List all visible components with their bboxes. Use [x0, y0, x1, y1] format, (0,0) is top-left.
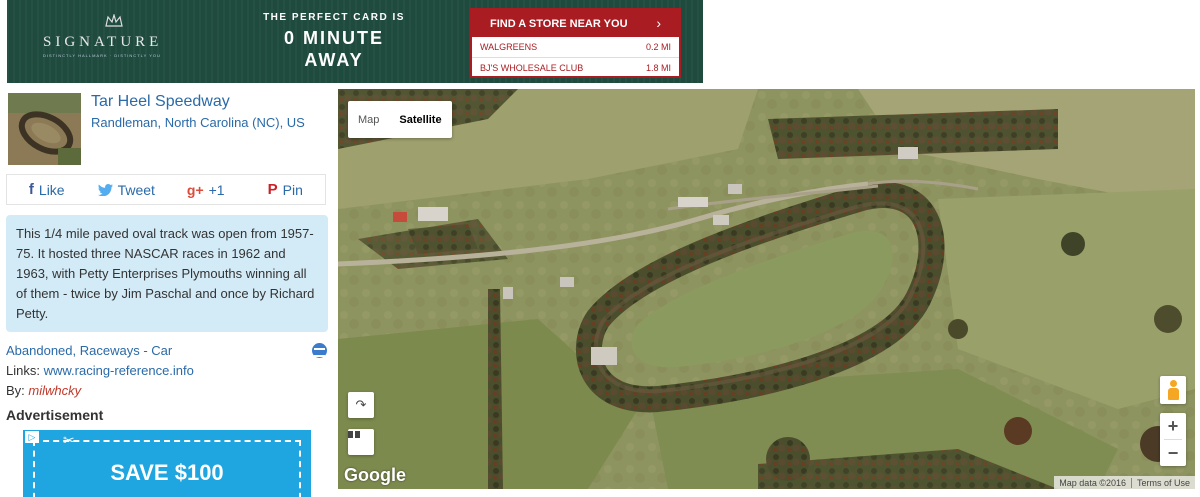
links-line: Links: www.racing-reference.info — [6, 363, 194, 378]
advertisement-heading: Advertisement — [6, 407, 104, 423]
store-row[interactable]: BJ'S WHOLESALE CLUB 1.8 MI — [472, 57, 679, 77]
map-attribution: Map data ©2016 Terms of Use — [1054, 476, 1195, 489]
map-type-map-button[interactable]: Map — [348, 101, 389, 138]
pinterest-icon: P — [267, 181, 278, 198]
adchoices-icon[interactable]: ▷ — [25, 431, 39, 443]
terms-of-use-link[interactable]: Terms of Use — [1132, 478, 1195, 488]
coupon-ad[interactable]: ▷ ✂ SAVE $100 — [23, 430, 311, 497]
banner-headline: THE PERFECT CARD IS 0 MINUTE AWAY — [259, 12, 409, 71]
banner-headline-big-2: AWAY — [304, 50, 364, 70]
external-link[interactable]: www.racing-reference.info — [44, 363, 194, 378]
store-distance: 1.8 MI — [645, 62, 671, 73]
banner-headline-small: THE PERFECT CARD IS — [263, 12, 405, 23]
rotate-button[interactable]: ↷ — [348, 392, 374, 418]
coupon-text: SAVE $100 — [110, 460, 224, 485]
place-description: This 1/4 mile paved oval track was open … — [6, 215, 328, 332]
map-data-text[interactable]: Map data ©2016 — [1054, 478, 1131, 488]
place-title[interactable]: Tar Heel Speedway — [91, 93, 230, 111]
category-links[interactable]: Abandoned, Raceways - Car — [6, 343, 172, 358]
google-plus-button[interactable]: g+ +1 — [166, 175, 246, 204]
find-store-button[interactable]: FIND A STORE NEAR YOU › — [472, 10, 679, 37]
tweet-label: Tweet — [117, 181, 155, 198]
gplus-label: +1 — [208, 181, 225, 198]
tweet-button[interactable]: Tweet — [87, 175, 167, 204]
author-line: By: milwhcky — [6, 383, 81, 398]
crown-icon — [105, 14, 123, 27]
banner-brand: SIGNATURE — [43, 34, 163, 50]
tilt-icon — [348, 431, 360, 438]
store-finder[interactable]: FIND A STORE NEAR YOU › WALGREENS 0.2 MI… — [470, 8, 681, 78]
rotate-icon: ↷ — [355, 397, 367, 412]
place-thumbnail[interactable] — [8, 93, 81, 165]
globe-icon[interactable] — [312, 343, 327, 358]
facebook-like-button[interactable]: f Like — [7, 175, 87, 204]
zoom-out-button[interactable]: − — [1160, 440, 1186, 466]
store-name: BJ'S WHOLESALE CLUB — [480, 62, 584, 73]
like-label: Like — [38, 181, 65, 198]
share-bar: f Like Tweet g+ +1 P Pin — [6, 174, 326, 205]
zoom-in-button[interactable]: + — [1160, 413, 1186, 439]
google-plus-icon: g+ — [186, 181, 204, 198]
thumbnail-image — [8, 93, 81, 165]
satellite-map[interactable]: Map Satellite ↷ + − Google Map data ©201… — [338, 89, 1195, 489]
store-row[interactable]: WALGREENS 0.2 MI — [472, 37, 679, 57]
twitter-icon — [97, 183, 113, 196]
author-link[interactable]: milwhcky — [28, 383, 81, 398]
facebook-icon: f — [28, 181, 34, 198]
find-store-label: FIND A STORE NEAR YOU — [490, 17, 628, 30]
store-distance: 0.2 MI — [645, 42, 671, 52]
tilt-button[interactable] — [348, 429, 374, 455]
by-label: By: — [6, 383, 29, 398]
zoom-control: + − — [1160, 413, 1186, 466]
banner-tagline: DISTINCTLY HALLMARK · DISTINCTLY YOU — [43, 53, 161, 58]
pinterest-button[interactable]: P Pin — [246, 175, 326, 204]
store-name: WALGREENS — [480, 42, 538, 52]
map-type-control: Map Satellite — [348, 101, 452, 138]
scissors-icon: ✂ — [63, 432, 75, 448]
pin-label: Pin — [282, 181, 303, 198]
street-view-pegman-icon[interactable] — [1160, 376, 1186, 404]
links-label: Links: — [6, 363, 44, 378]
place-location[interactable]: Randleman, North Carolina (NC), US — [91, 115, 305, 130]
map-type-satellite-button[interactable]: Satellite — [389, 101, 451, 138]
banner-headline-big-1: 0 MINUTE — [283, 28, 384, 48]
chevron-right-icon: › — [656, 15, 661, 31]
google-logo[interactable]: Google — [344, 465, 406, 486]
satellite-imagery — [338, 89, 1195, 489]
banner-ad[interactable]: SIGNATURE DISTINCTLY HALLMARK · DISTINCT… — [7, 0, 703, 83]
